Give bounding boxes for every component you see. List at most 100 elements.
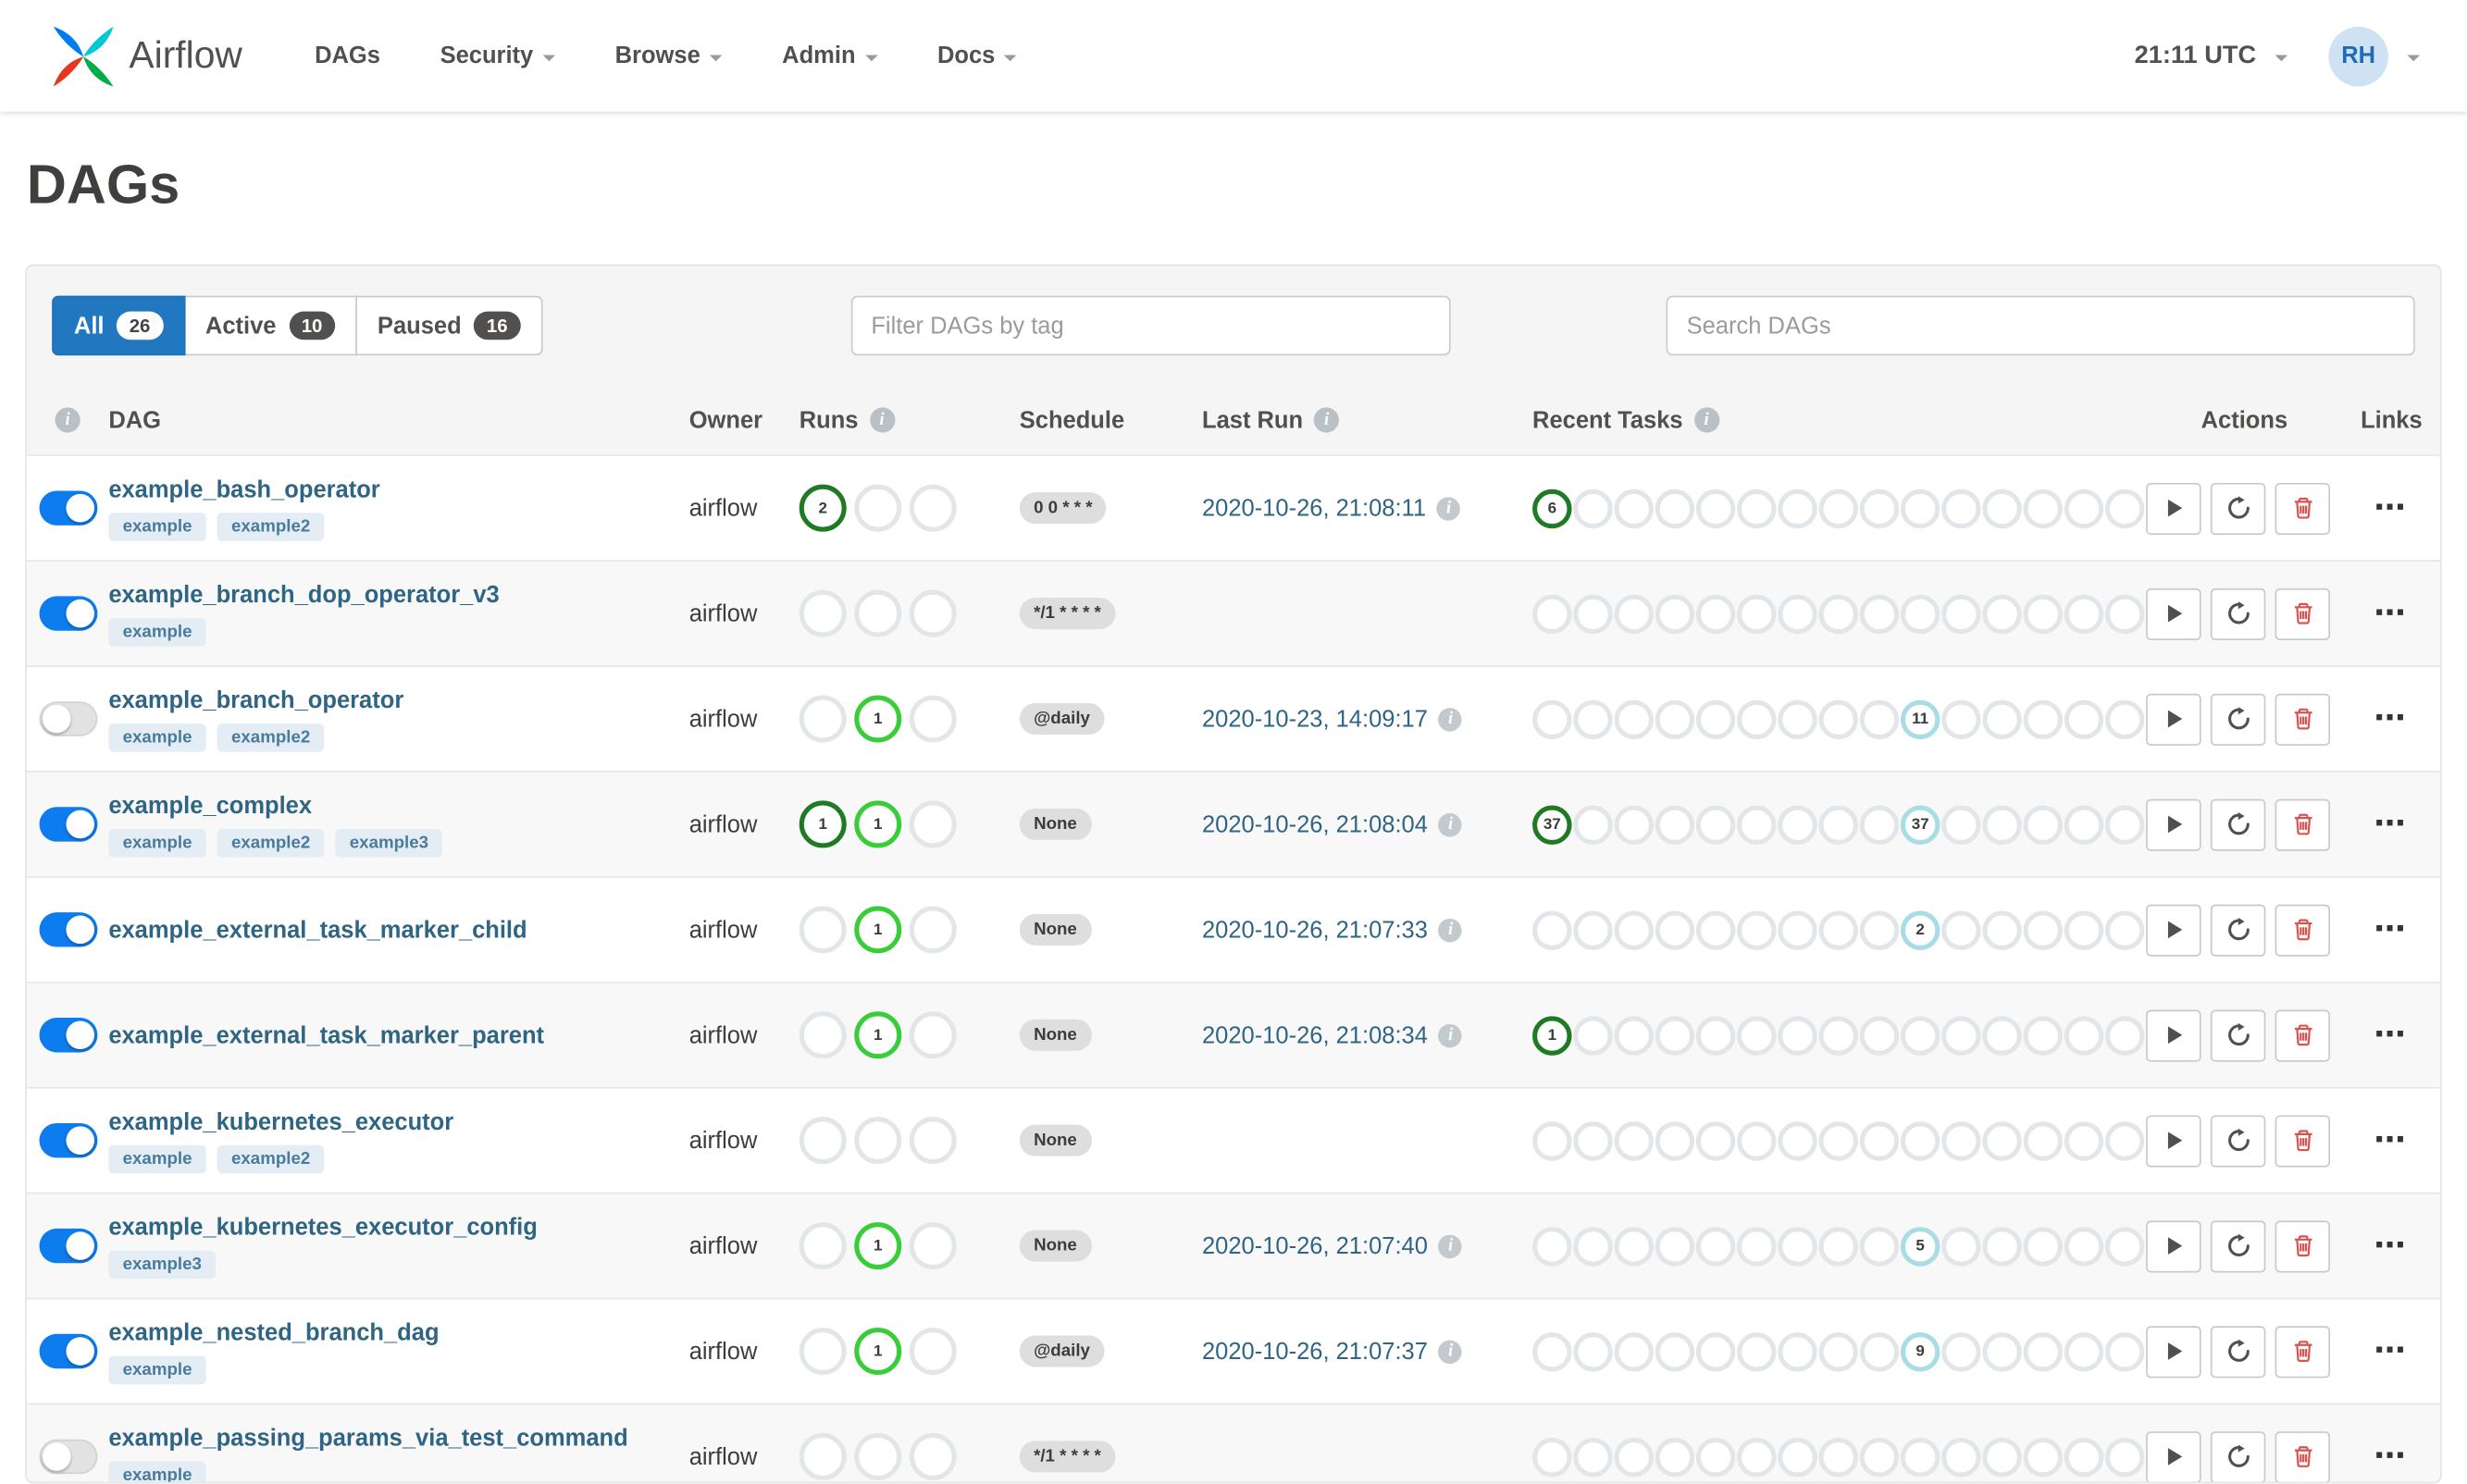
dag-links-menu[interactable]: ⋯: [2343, 599, 2440, 630]
task-state-circle[interactable]: [2023, 699, 2064, 739]
dag-name-link[interactable]: example_kubernetes_executor: [108, 1108, 673, 1135]
last-run-link[interactable]: 2020-10-26, 21:08:11: [1202, 495, 1426, 522]
task-state-circle[interactable]: [1778, 699, 1817, 739]
task-state-circle[interactable]: [1982, 1120, 2022, 1161]
last-run-link[interactable]: 2020-10-23, 14:09:17: [1202, 706, 1428, 733]
header-recent-tasks[interactable]: Recent Tasks: [1532, 407, 2146, 434]
trigger-dag-button[interactable]: [2146, 1430, 2201, 1483]
task-state-circle[interactable]: [1532, 1331, 1572, 1372]
task-state-circle[interactable]: [1778, 1437, 1817, 1478]
task-state-circle[interactable]: [1655, 488, 1695, 528]
task-state-circle[interactable]: [1941, 1120, 1981, 1161]
task-state-circle[interactable]: [909, 800, 957, 848]
dag-links-menu[interactable]: ⋯: [2343, 1336, 2440, 1367]
task-state-circle[interactable]: 37: [1900, 805, 1940, 845]
dag-pause-toggle[interactable]: [38, 1018, 97, 1053]
task-state-circle[interactable]: [854, 590, 902, 638]
task-state-circle[interactable]: [1859, 1331, 1900, 1372]
dag-tag[interactable]: example2: [217, 828, 325, 858]
refresh-dag-button[interactable]: [2210, 1009, 2266, 1062]
task-state-circle[interactable]: [1737, 1120, 1777, 1161]
last-run-link[interactable]: 2020-10-26, 21:07:40: [1202, 1233, 1428, 1260]
task-state-circle[interactable]: 9: [1900, 1331, 1940, 1372]
dag-links-menu[interactable]: ⋯: [2343, 1125, 2440, 1156]
task-state-circle[interactable]: [2104, 910, 2145, 950]
task-state-circle[interactable]: [909, 1117, 957, 1165]
dag-name-link[interactable]: example_external_task_marker_parent: [108, 1022, 673, 1049]
task-state-circle[interactable]: [1737, 488, 1777, 528]
task-state-circle[interactable]: [1982, 1331, 2022, 1372]
schedule-badge[interactable]: */1 * * * *: [1019, 1441, 1116, 1473]
task-state-circle[interactable]: 1: [799, 800, 847, 848]
task-state-circle[interactable]: [2064, 910, 2104, 950]
task-state-circle[interactable]: [1778, 488, 1817, 528]
info-icon[interactable]: [1314, 407, 1340, 433]
last-run-link[interactable]: 2020-10-26, 21:07:37: [1202, 1338, 1428, 1365]
task-state-circle[interactable]: [1573, 594, 1613, 634]
nav-item-browse[interactable]: Browse: [615, 43, 723, 69]
task-state-circle[interactable]: [1818, 910, 1858, 950]
trigger-dag-button[interactable]: [2146, 1325, 2201, 1378]
dag-links-menu[interactable]: ⋯: [2343, 493, 2440, 525]
delete-dag-button[interactable]: [2275, 587, 2331, 640]
refresh-dag-button[interactable]: [2210, 587, 2266, 640]
header-last-run[interactable]: Last Run: [1202, 407, 1532, 434]
delete-dag-button[interactable]: [2275, 1009, 2331, 1062]
airflow-brand[interactable]: Airflow: [52, 24, 242, 87]
task-state-circle[interactable]: [1695, 1015, 1736, 1056]
task-state-circle[interactable]: [1695, 1226, 1736, 1267]
task-state-circle[interactable]: [2023, 1120, 2064, 1161]
user-avatar[interactable]: RH: [2328, 26, 2388, 86]
task-state-circle[interactable]: [1941, 910, 1981, 950]
header-schedule[interactable]: Schedule: [1020, 407, 1202, 434]
task-state-circle[interactable]: [799, 906, 847, 954]
task-state-circle[interactable]: [1778, 1226, 1817, 1267]
refresh-dag-button[interactable]: [2210, 1430, 2266, 1483]
dag-links-menu[interactable]: ⋯: [2343, 1441, 2440, 1473]
task-state-circle[interactable]: [1778, 1120, 1817, 1161]
task-state-circle[interactable]: [1573, 1226, 1613, 1267]
dag-pause-toggle[interactable]: [38, 1229, 97, 1264]
schedule-badge[interactable]: */1 * * * *: [1019, 598, 1116, 630]
task-state-circle[interactable]: [1859, 1226, 1900, 1267]
task-state-circle[interactable]: [1900, 594, 1940, 634]
task-state-circle[interactable]: [2064, 1331, 2104, 1372]
delete-dag-button[interactable]: [2275, 1219, 2331, 1273]
task-state-circle[interactable]: [1614, 1226, 1654, 1267]
task-state-circle[interactable]: [1737, 910, 1777, 950]
task-state-circle[interactable]: [1695, 1437, 1736, 1478]
task-state-circle[interactable]: [1859, 805, 1900, 845]
dag-pause-toggle[interactable]: [38, 596, 97, 632]
nav-item-docs[interactable]: Docs: [937, 43, 1018, 69]
task-state-circle[interactable]: [1573, 1331, 1613, 1372]
task-state-circle[interactable]: [1778, 1331, 1817, 1372]
task-state-circle[interactable]: [1655, 594, 1695, 634]
refresh-dag-button[interactable]: [2210, 482, 2266, 535]
task-state-circle[interactable]: [1859, 699, 1900, 739]
task-state-circle[interactable]: [909, 1011, 957, 1059]
task-state-circle[interactable]: [2023, 1015, 2064, 1056]
task-state-circle[interactable]: [1614, 1437, 1654, 1478]
chevron-down-icon[interactable]: [2275, 54, 2288, 61]
dag-tag[interactable]: example2: [217, 1144, 325, 1173]
task-state-circle[interactable]: [1573, 1437, 1613, 1478]
task-state-circle[interactable]: [2023, 805, 2064, 845]
task-state-circle[interactable]: [1859, 594, 1900, 634]
task-state-circle[interactable]: [2104, 594, 2145, 634]
task-state-circle[interactable]: [1900, 1120, 1940, 1161]
info-icon[interactable]: [1693, 407, 1719, 433]
delete-dag-button[interactable]: [2275, 1325, 2331, 1378]
task-state-circle[interactable]: [2023, 1437, 2064, 1478]
task-state-circle[interactable]: [1655, 1120, 1695, 1161]
task-state-circle[interactable]: 1: [854, 1011, 902, 1059]
dag-tag[interactable]: example: [108, 1144, 206, 1173]
dag-tag[interactable]: example: [108, 1461, 206, 1483]
dag-tag[interactable]: example: [108, 828, 206, 858]
task-state-circle[interactable]: [1737, 1015, 1777, 1056]
refresh-dag-button[interactable]: [2210, 1325, 2266, 1378]
task-state-circle[interactable]: [2064, 1437, 2104, 1478]
task-state-circle[interactable]: [2023, 594, 2064, 634]
task-state-circle[interactable]: [1573, 1015, 1613, 1056]
task-state-circle[interactable]: [1982, 1437, 2022, 1478]
dag-name-link[interactable]: example_branch_dop_operator_v3: [108, 582, 673, 609]
